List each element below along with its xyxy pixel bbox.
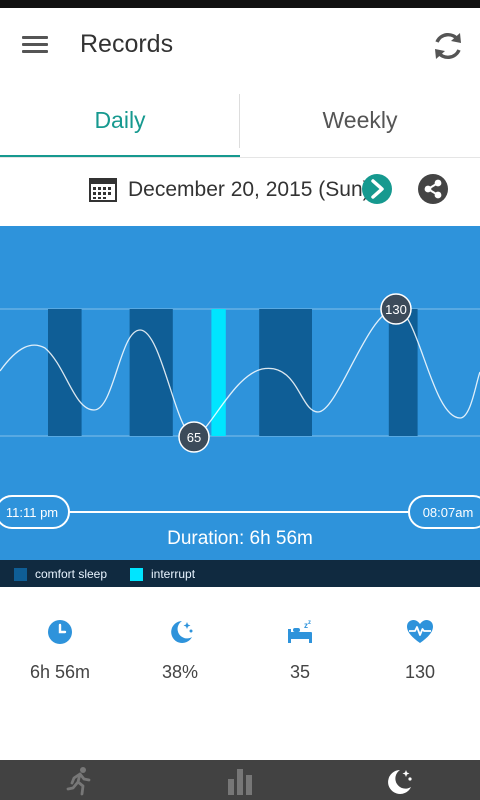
status-bar [0, 0, 480, 8]
running-icon[interactable] [64, 766, 94, 796]
bed-icon: z z [288, 620, 312, 643]
comfort-sleep-segment-1 [129, 309, 173, 436]
stat-bed: z z 35 [240, 618, 360, 683]
start-time-label: 11:11 pm [6, 505, 58, 520]
max-marker: 130 [380, 293, 412, 325]
tab-bar: Daily Weekly [0, 84, 480, 158]
legend-label-comfort-sleep: comfort sleep [35, 567, 108, 581]
tab-divider [239, 94, 240, 148]
sleep-chart: 65 130 11:11 pm 08:07am Duration: 6h 56m [0, 226, 480, 560]
duration-label: Duration: 6h 56m [167, 528, 313, 549]
tab-daily[interactable]: Daily [0, 84, 240, 158]
refresh-icon[interactable] [428, 26, 468, 66]
legend-swatch-comfort-sleep [14, 567, 27, 581]
comfort-sleep-segment-3 [259, 309, 312, 436]
calendar-icon[interactable] [89, 176, 117, 202]
stats-panel: 6h 56m 38% z z 35 130 [0, 588, 480, 760]
stat-deep-sleep: 38% [120, 618, 240, 683]
app-bar: Records [0, 8, 480, 84]
nav-moon-stars-icon[interactable] [384, 766, 414, 796]
stat-heart-rate-value: 130 [404, 662, 436, 682]
legend-swatch-interrupt [130, 567, 143, 581]
date-label: December 20, 2015 (Sun) [128, 178, 370, 201]
stat-bed-value: 35 [289, 662, 311, 682]
menu-icon[interactable] [22, 32, 52, 58]
min-marker: 65 [178, 421, 210, 453]
heart-pulse-icon [407, 620, 433, 643]
end-time-label: 08:07am [423, 505, 474, 520]
chart-legend: comfort sleep interrupt [0, 560, 480, 587]
comfort-sleep-segment-4 [388, 309, 418, 436]
min-marker-label: 65 [187, 430, 201, 445]
comfort-sleep-segment-0 [48, 309, 82, 436]
legend-label-interrupt: interrupt [151, 567, 196, 581]
stat-duration: 6h 56m [0, 618, 120, 683]
bar-chart-icon[interactable] [225, 766, 255, 796]
moon-stars-icon [171, 621, 193, 643]
bottom-nav [0, 760, 480, 800]
tab-weekly[interactable]: Weekly [240, 84, 480, 158]
date-row: December 20, 2015 (Sun) [0, 158, 480, 226]
stat-heart-rate: 130 [360, 618, 480, 683]
share-icon[interactable] [418, 174, 448, 204]
chevron-right-icon[interactable] [362, 174, 392, 204]
stat-duration-value: 6h 56m [29, 662, 91, 682]
max-marker-label: 130 [385, 302, 407, 317]
end-time-handle[interactable]: 08:07am [408, 495, 480, 529]
legend-comfort-sleep: comfort sleep [14, 567, 107, 581]
sleep-chart-svg: 65 130 11:11 pm 08:07am Duration: 6h 56m [0, 293, 480, 549]
start-time-handle[interactable]: 11:11 pm [0, 495, 70, 529]
clock-icon [48, 620, 72, 644]
page-title: Records [80, 30, 174, 58]
stat-deep-sleep-value: 38% [161, 662, 199, 682]
svg-text:z: z [308, 620, 311, 626]
legend-interrupt: interrupt [130, 567, 195, 581]
